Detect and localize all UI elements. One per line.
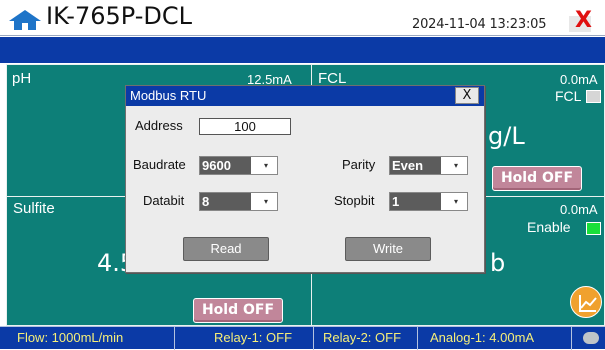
status-flow: Flow: 1000mL/min (17, 330, 124, 345)
panel-lower-right-current: 0.0mA (560, 202, 598, 217)
databit-select[interactable]: 8 ▾ (199, 192, 278, 211)
panel-sulfite-label: Sulfite (13, 200, 55, 217)
device-title: IK-765P-DCL (46, 2, 192, 30)
close-button[interactable]: X (575, 8, 592, 33)
read-button[interactable]: Read (183, 237, 269, 261)
status-relay-1: Relay-1: OFF (214, 330, 293, 345)
datetime-display: 2024-11-04 13:23:05 (412, 17, 547, 32)
stopbit-value: 1 (390, 193, 441, 210)
write-button[interactable]: Write (345, 237, 431, 261)
home-icon[interactable] (8, 9, 42, 31)
status-separator (174, 327, 175, 350)
panel-ph-label: pH (12, 70, 32, 87)
enable-checkbox[interactable] (586, 222, 601, 235)
dialog-close-button[interactable]: X (455, 87, 479, 104)
fcl-hold-button[interactable]: Hold OFF (492, 166, 582, 191)
status-analog-1: Analog-1: 4.00mA (430, 330, 535, 345)
parity-label: Parity (342, 157, 376, 172)
chevron-down-icon: ▾ (453, 161, 458, 170)
parity-select[interactable]: Even ▾ (389, 156, 468, 175)
panel-fcl-checkbox-label: FCL (555, 88, 582, 104)
databit-value: 8 (200, 193, 251, 210)
chevron-down-icon: ▾ (263, 197, 268, 206)
databit-label: Databit (143, 193, 185, 208)
panel-fcl-unit: g/L (488, 122, 525, 150)
chevron-down-icon: ▾ (453, 197, 458, 206)
sulfite-hold-button[interactable]: Hold OFF (193, 298, 283, 323)
baudrate-value: 9600 (200, 157, 251, 174)
stopbit-select[interactable]: 1 ▾ (389, 192, 468, 211)
top-band (0, 37, 605, 63)
address-label: Address (135, 118, 183, 133)
address-input[interactable]: 100 (199, 118, 291, 135)
status-separator (417, 327, 418, 350)
chevron-down-icon: ▾ (263, 161, 268, 170)
parity-value: Even (390, 157, 441, 174)
panel-fcl-current: 0.0mA (560, 72, 598, 87)
panel-lower-right-checkbox-label: Enable (527, 219, 571, 235)
dialog-titlebar: Modbus RTU X (126, 86, 484, 106)
baudrate-select[interactable]: 9600 ▾ (199, 156, 278, 175)
chart-icon[interactable] (570, 286, 602, 318)
dialog-title: Modbus RTU (130, 88, 207, 103)
status-bar: Flow: 1000mL/min Relay-1: OFF Relay-2: O… (0, 326, 605, 350)
fcl-checkbox[interactable] (586, 90, 601, 103)
panel-lower-right-unit: b (490, 249, 506, 277)
status-separator (571, 327, 572, 350)
status-relay-2: Relay-2: OFF (323, 330, 402, 345)
stopbit-label: Stopbit (334, 193, 375, 208)
status-separator (313, 327, 314, 350)
baudrate-label: Baudrate (133, 157, 186, 172)
title-bar: IK-765P-DCL 2024-11-04 13:23:05 X (0, 0, 605, 36)
status-indicator-icon (583, 332, 599, 344)
modbus-dialog: Modbus RTU X Address 100 Baudrate 9600 ▾… (125, 85, 485, 273)
